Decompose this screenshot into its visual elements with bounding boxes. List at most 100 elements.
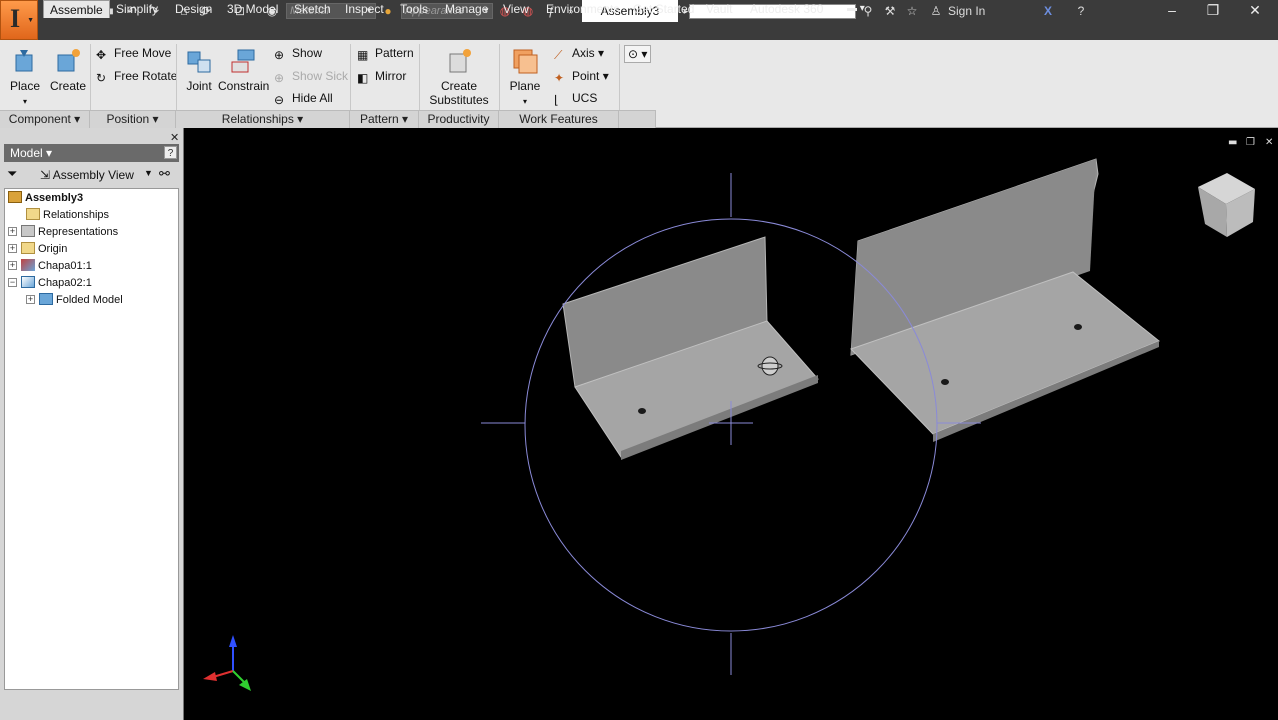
tab-tools[interactable]: Tools	[400, 0, 428, 18]
app-logo: I	[10, 4, 21, 33]
panel-productivity-label: Productivity	[419, 110, 499, 128]
panel-component-label[interactable]: Component ▾	[0, 110, 90, 128]
assembly-icon	[8, 191, 22, 203]
expand-icon[interactable]: +	[8, 227, 17, 236]
pattern-icon: ▦	[357, 48, 369, 62]
hide-all-icon: ⊖	[274, 93, 285, 107]
pattern-button[interactable]: ▦ Pattern	[357, 46, 414, 62]
tab-environments[interactable]: Environments	[546, 0, 619, 18]
subscription-icon[interactable]: ⚒	[882, 3, 898, 19]
tab-3d-model[interactable]: 3D Model	[227, 0, 278, 18]
tab-manage[interactable]: Manage	[445, 0, 488, 18]
hide-all-button[interactable]: ⊖ Hide All	[274, 91, 333, 107]
panel-work-features-label: Work Features	[499, 110, 619, 128]
hole	[1074, 324, 1082, 330]
create-component-icon	[57, 49, 80, 72]
ribbon-display-toggle-icon[interactable]: ▬ ▾	[847, 0, 865, 18]
sign-in-link[interactable]: Sign In	[948, 4, 985, 18]
tree-node-folded-model[interactable]: + Folded Model	[26, 292, 123, 308]
tab-inspect[interactable]: Inspect	[345, 0, 384, 18]
tree-node-chapa02[interactable]: − Chapa02:1	[8, 275, 92, 291]
browser-header[interactable]: Model ▾ ?	[4, 144, 179, 162]
tab-assemble[interactable]: Assemble	[43, 0, 110, 18]
hole	[941, 379, 949, 385]
browser-toolbar: ⏷ ⇲ Assembly View ▼ ⚯	[4, 166, 179, 184]
tab-simplify[interactable]: Simplify	[116, 0, 158, 18]
favorites-icon[interactable]: ☆	[904, 3, 920, 19]
free-move-button[interactable]: ✥ Free Move	[96, 46, 171, 62]
viewport-restore-icon[interactable]: ❐	[1246, 137, 1255, 148]
plane-button[interactable]: Plane ▾	[506, 46, 544, 107]
free-rotate-icon: ↻	[96, 71, 107, 85]
create-substitutes-button[interactable]: Create Substitutes	[426, 46, 492, 107]
axis-button[interactable]: ⟋ Axis ▾	[554, 46, 604, 62]
graphics-viewport[interactable]: ▬ ❐ ✕	[185, 129, 1278, 720]
close-icon[interactable]: ✕	[170, 131, 179, 144]
minimize-button[interactable]: –	[1162, 2, 1182, 18]
tree-node-assembly[interactable]: Assembly3	[8, 190, 83, 206]
show-sick-button[interactable]: ⊕ Show Sick	[274, 69, 348, 85]
axis-icon: ⟋	[554, 48, 563, 62]
mirror-button[interactable]: ◧ Mirror	[357, 69, 406, 85]
tab-get-started[interactable]: Get Started	[633, 0, 694, 18]
joint-icon	[187, 51, 211, 73]
tab-autodesk-360[interactable]: Autodesk 360	[750, 0, 823, 18]
point-button[interactable]: ✦ Point ▾	[554, 69, 609, 85]
tree-node-chapa01[interactable]: + Chapa01:1	[8, 258, 92, 274]
tree-node-representations[interactable]: + Representations	[8, 224, 118, 240]
sheet-metal-part-icon	[21, 259, 35, 271]
viewport-canvas[interactable]: ▬ ❐ ✕	[185, 129, 1278, 720]
show-icon: ⊕	[274, 48, 285, 62]
folded-model-icon	[39, 293, 53, 305]
tab-view[interactable]: View	[503, 0, 529, 18]
part-chapa02[interactable]	[850, 158, 1160, 442]
panel-relationships-label[interactable]: Relationships ▾	[176, 110, 350, 128]
viewport-close-icon[interactable]: ✕	[1265, 137, 1273, 148]
panel-position-label[interactable]: Position ▾	[90, 110, 176, 128]
view-mode-dropdown[interactable]: ⇲ Assembly View	[40, 168, 134, 182]
point-icon: ✦	[554, 71, 565, 85]
representations-icon	[21, 225, 35, 237]
tree-node-origin[interactable]: + Origin	[8, 241, 67, 257]
axis-triad	[203, 635, 251, 691]
collapse-icon[interactable]: −	[8, 278, 17, 287]
expand-icon[interactable]: +	[8, 261, 17, 270]
expand-icon[interactable]: +	[8, 244, 17, 253]
ucs-icon: ⌊	[554, 93, 559, 107]
show-button[interactable]: ⊕ Show	[274, 46, 322, 62]
show-sick-icon: ⊕	[274, 71, 285, 85]
more-panels-dropdown[interactable]: ⊙ ▾	[624, 45, 652, 63]
chevron-down-icon: ⊙ ▾	[628, 47, 648, 61]
place-button[interactable]: Place ▾	[8, 46, 42, 107]
chevron-down-icon: ▾	[522, 97, 527, 106]
create-button[interactable]: Create	[50, 46, 86, 93]
expand-icon[interactable]: +	[26, 295, 35, 304]
filter-icon[interactable]: ⏷	[7, 166, 17, 182]
restore-button[interactable]: ❐	[1203, 2, 1223, 19]
chevron-down-icon: ▾	[22, 97, 27, 106]
constrain-button[interactable]: Constrain	[218, 46, 269, 93]
place-icon	[15, 50, 33, 72]
plane-icon	[513, 49, 538, 74]
chevron-down-icon[interactable]: ▼	[144, 168, 153, 178]
viewcube[interactable]	[1198, 173, 1255, 237]
tree-node-relationships[interactable]: Relationships	[26, 207, 109, 223]
joint-button[interactable]: Joint	[182, 46, 216, 93]
help-icon[interactable]: ?	[1073, 3, 1089, 19]
viewport-minimize-icon[interactable]: ▬	[1228, 137, 1237, 148]
close-button[interactable]: ✕	[1245, 2, 1265, 19]
application-menu-button[interactable]: I ▼	[0, 0, 38, 40]
panel-pattern-label[interactable]: Pattern ▾	[350, 110, 419, 128]
chevron-down-icon: ▼	[27, 17, 34, 24]
part-chapa01[interactable]	[562, 236, 819, 460]
exchange-apps-icon[interactable]: X	[1040, 3, 1056, 19]
ucs-button[interactable]: ⌊ UCS	[554, 91, 597, 107]
binoculars-icon[interactable]: ⚯	[159, 166, 170, 182]
tab-sketch[interactable]: Sketch	[294, 0, 331, 18]
hole	[638, 408, 646, 414]
tab-vault[interactable]: Vault	[706, 0, 732, 18]
mirror-icon: ◧	[357, 71, 369, 85]
tab-design[interactable]: Design	[175, 0, 212, 18]
help-icon[interactable]: ?	[164, 146, 177, 159]
free-rotate-button[interactable]: ↻ Free Rotate	[96, 69, 177, 85]
